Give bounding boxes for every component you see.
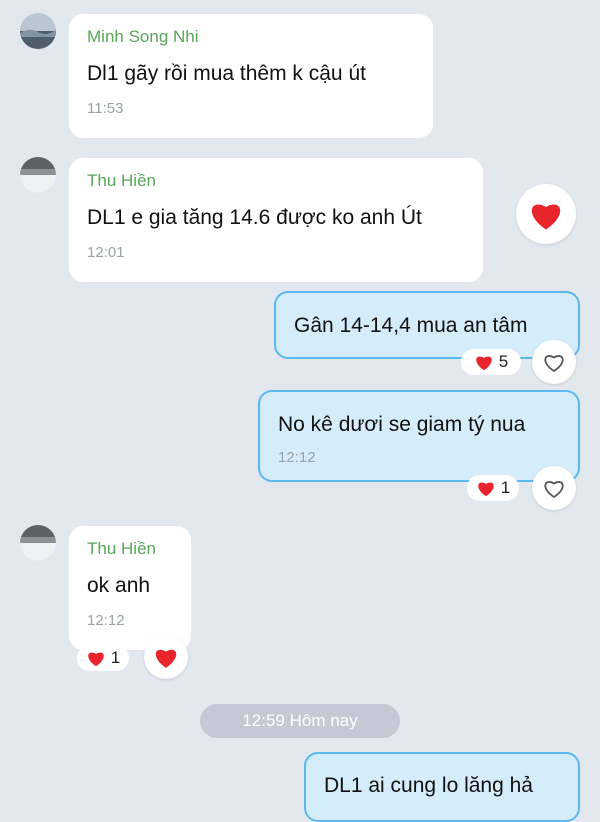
message-time: 12:12 xyxy=(87,612,125,629)
react-button[interactable] xyxy=(532,340,576,384)
heart-icon xyxy=(88,652,104,667)
message-time: 11:53 xyxy=(87,100,124,117)
heart-icon xyxy=(476,356,492,371)
date-separator: 12:59 Hôm nay xyxy=(200,704,400,738)
sender-name[interactable]: Minh Song Nhi xyxy=(87,26,415,48)
avatar[interactable] xyxy=(20,525,56,561)
react-button[interactable] xyxy=(532,466,576,510)
sender-name[interactable]: Thu Hiền xyxy=(87,170,465,192)
reaction-count: 1 xyxy=(500,478,511,497)
heart-icon xyxy=(478,482,494,497)
heart-icon xyxy=(155,649,177,668)
message-bubble[interactable]: Thu Hiền ok anh 12:12 xyxy=(69,526,191,650)
message-text: Dl1 gãy rồi mua thêm k cậu út xyxy=(87,62,366,85)
sender-name[interactable]: Thu Hiền xyxy=(87,538,173,560)
message-bubble[interactable]: DL1 ai cung lo lăng hả xyxy=(304,752,580,822)
avatar-image xyxy=(20,13,56,49)
message-bubble[interactable]: No kê dươi se giam tý nua 12:12 xyxy=(258,390,580,482)
avatar[interactable] xyxy=(20,157,56,193)
message-time: 12:12 xyxy=(278,449,316,466)
message-text: DL1 ai cung lo lăng hả xyxy=(324,774,533,797)
message-text: ok anh xyxy=(87,574,151,597)
reaction-count: 5 xyxy=(498,352,509,371)
message-text: DL1 e gia tăng 14.6 được ko anh Út xyxy=(87,206,422,229)
message-time: 12:01 xyxy=(87,244,125,261)
message-text: Gân 14-14,4 mua an tâm xyxy=(294,314,528,337)
react-button[interactable] xyxy=(144,635,188,679)
avatar-image xyxy=(20,525,56,561)
reaction-count-badge[interactable]: 1 xyxy=(77,645,129,671)
message-bubble[interactable]: Thu Hiền DL1 e gia tăng 14.6 được ko anh… xyxy=(69,158,483,282)
reaction-count-badge[interactable]: 5 xyxy=(461,349,521,375)
heart-outline-icon xyxy=(544,355,564,373)
heart-outline-icon xyxy=(544,481,564,499)
reaction-count: 1 xyxy=(110,648,121,667)
avatar[interactable] xyxy=(20,13,56,49)
message-bubble[interactable]: Gân 14-14,4 mua an tâm xyxy=(274,291,580,359)
message-bubble[interactable]: Minh Song Nhi Dl1 gãy rồi mua thêm k cậu… xyxy=(69,14,433,138)
heart-icon xyxy=(531,203,561,229)
avatar-image xyxy=(20,157,56,193)
message-text: No kê dươi se giam tý nua xyxy=(278,413,526,436)
reaction-count-badge[interactable]: 1 xyxy=(467,475,519,501)
reaction-button[interactable] xyxy=(516,184,576,244)
